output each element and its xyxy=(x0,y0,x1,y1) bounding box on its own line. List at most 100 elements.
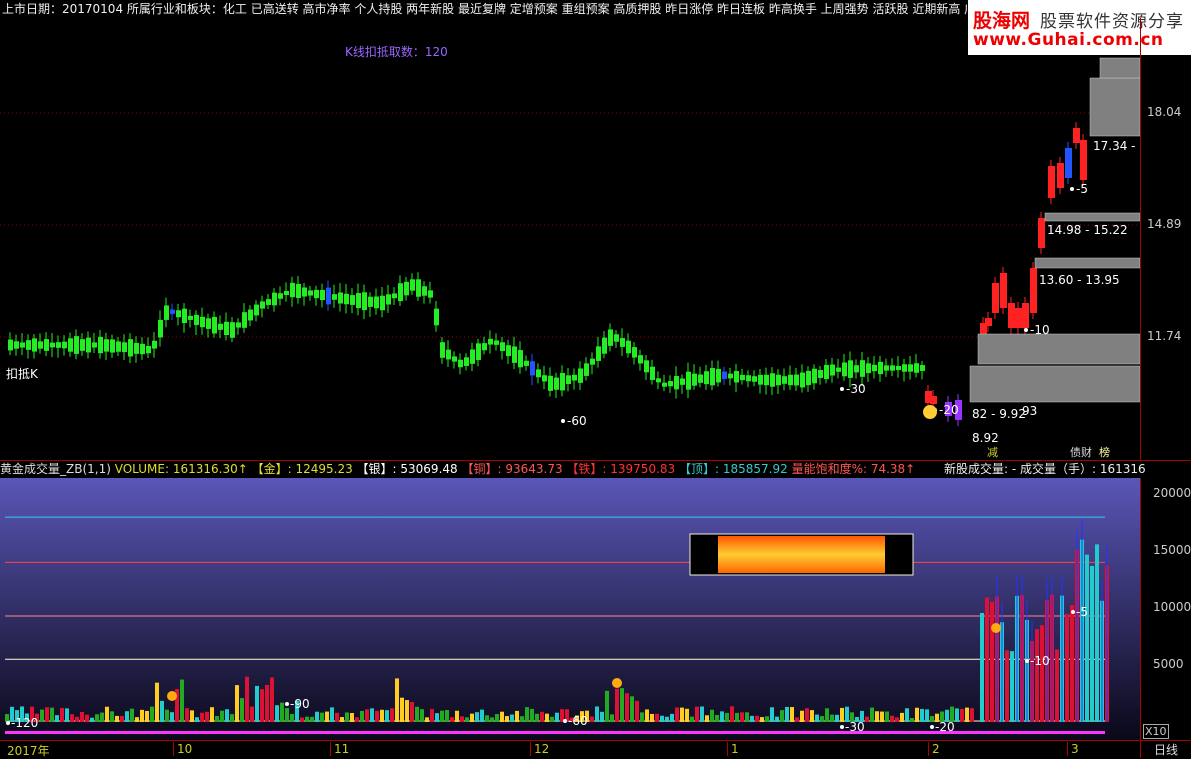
volume-marker: -60 xyxy=(568,714,588,728)
volume-bar xyxy=(680,707,684,722)
volume-bar xyxy=(700,706,704,722)
volume-bar xyxy=(100,712,104,722)
volume-bar xyxy=(590,716,594,722)
price-zone xyxy=(969,365,1140,403)
marker-dot xyxy=(563,719,567,723)
volume-bar xyxy=(825,708,829,722)
volume-bar xyxy=(150,706,154,722)
candle-body xyxy=(542,375,547,382)
candle-body xyxy=(518,350,523,368)
volume-bar xyxy=(475,712,479,722)
deduction-marker: -20 xyxy=(939,403,959,417)
candle-body xyxy=(746,375,751,382)
volume-bar xyxy=(430,709,434,722)
candle-body xyxy=(50,342,55,348)
smiley-icon xyxy=(923,405,937,419)
volume-bar xyxy=(495,714,499,722)
volume-bar xyxy=(870,707,874,722)
candle-body xyxy=(164,305,169,320)
volume-bar xyxy=(5,714,9,722)
period-selector[interactable]: 日线 xyxy=(1140,740,1191,758)
candle-body xyxy=(434,308,439,326)
candle-body xyxy=(1000,273,1007,308)
volume-bar xyxy=(275,705,279,722)
volume-bar xyxy=(600,711,604,722)
candle-body xyxy=(254,304,259,316)
candle-body xyxy=(272,292,277,306)
indicator-value: 【铁】: 139750.83 xyxy=(566,462,679,476)
candle-body xyxy=(398,283,403,302)
volume-bar xyxy=(735,712,739,722)
candle-body xyxy=(692,373,697,386)
volume-bar xyxy=(130,708,134,722)
volume-bar xyxy=(390,708,394,722)
volume-bar xyxy=(725,712,729,722)
volume-bar xyxy=(1055,649,1059,722)
volume-bar xyxy=(350,713,354,722)
volume-bar xyxy=(930,716,934,722)
candle-body xyxy=(644,360,649,373)
volume-marker: -20 xyxy=(935,720,955,734)
volume-bar xyxy=(955,708,959,722)
candle-body xyxy=(866,363,871,374)
gold-coin-icon xyxy=(612,678,622,688)
volume-bar xyxy=(695,706,699,722)
candle-body xyxy=(1015,308,1022,328)
candle-body xyxy=(698,374,703,383)
candle-body xyxy=(170,309,175,314)
candle-body xyxy=(1008,303,1015,328)
volume-bar xyxy=(905,708,909,722)
deduction-marker: -5 xyxy=(1076,182,1088,196)
volume-bar xyxy=(790,707,794,722)
price-kline-chart[interactable]: K线扣抵取数：120 扣抵K 17.34 - 1 14.98 - 15.22 13.60… xyxy=(0,18,1140,460)
volume-bar xyxy=(640,712,644,722)
price-tick: 14.89 xyxy=(1147,217,1182,231)
volume-bar xyxy=(670,713,674,722)
candle-body xyxy=(56,342,61,348)
candle-body xyxy=(338,292,343,304)
candle-body xyxy=(548,375,553,391)
volume-bar xyxy=(620,688,624,722)
candle-body xyxy=(650,366,655,380)
marker-dot xyxy=(930,725,934,729)
candle-body xyxy=(728,373,733,379)
candle-body xyxy=(620,338,625,347)
candle-body xyxy=(152,340,157,349)
indicator-value: 【金】: 12495.23 xyxy=(251,462,357,476)
volume-bar xyxy=(335,712,339,722)
zone-label: 8.92 xyxy=(972,431,999,445)
volume-bar xyxy=(440,710,444,722)
candle-body xyxy=(812,368,817,384)
volume-indicator-chart[interactable]: -120 -90 -60 -30 -20 -10 -5 xyxy=(0,478,1140,740)
candle-body xyxy=(260,301,265,309)
volume-bar xyxy=(460,716,464,722)
volume-bar xyxy=(370,708,374,722)
candle-body xyxy=(788,374,793,386)
volume-bar xyxy=(220,710,224,722)
volume-bar xyxy=(1070,605,1074,722)
candle-body xyxy=(830,364,835,376)
candle-body xyxy=(8,339,13,351)
indicator-name[interactable]: 黄金成交量_ZB(1,1) xyxy=(0,462,115,476)
volume-bar xyxy=(485,715,489,722)
volume-bar xyxy=(675,707,679,722)
candle-body xyxy=(584,363,589,376)
candle-body xyxy=(74,336,79,354)
volume-bar xyxy=(770,707,774,722)
volume-bar xyxy=(835,714,839,722)
candle-body xyxy=(494,340,499,345)
scale-factor: X10 xyxy=(1143,724,1169,739)
volume-bar xyxy=(65,708,69,722)
candle-body xyxy=(824,364,829,380)
deduction-marker: 扣抵K xyxy=(6,367,39,381)
zone-label: 13.60 - 13.95 xyxy=(1039,273,1120,287)
candle-body xyxy=(266,299,271,305)
volume-bar xyxy=(210,707,214,722)
candle-body xyxy=(914,363,919,373)
volume-bar xyxy=(705,715,709,722)
date-label: 11 xyxy=(330,742,349,756)
candle-body xyxy=(314,289,319,299)
volume-bar xyxy=(255,685,259,722)
volume-bar xyxy=(405,700,409,722)
volume-bar xyxy=(800,710,804,722)
